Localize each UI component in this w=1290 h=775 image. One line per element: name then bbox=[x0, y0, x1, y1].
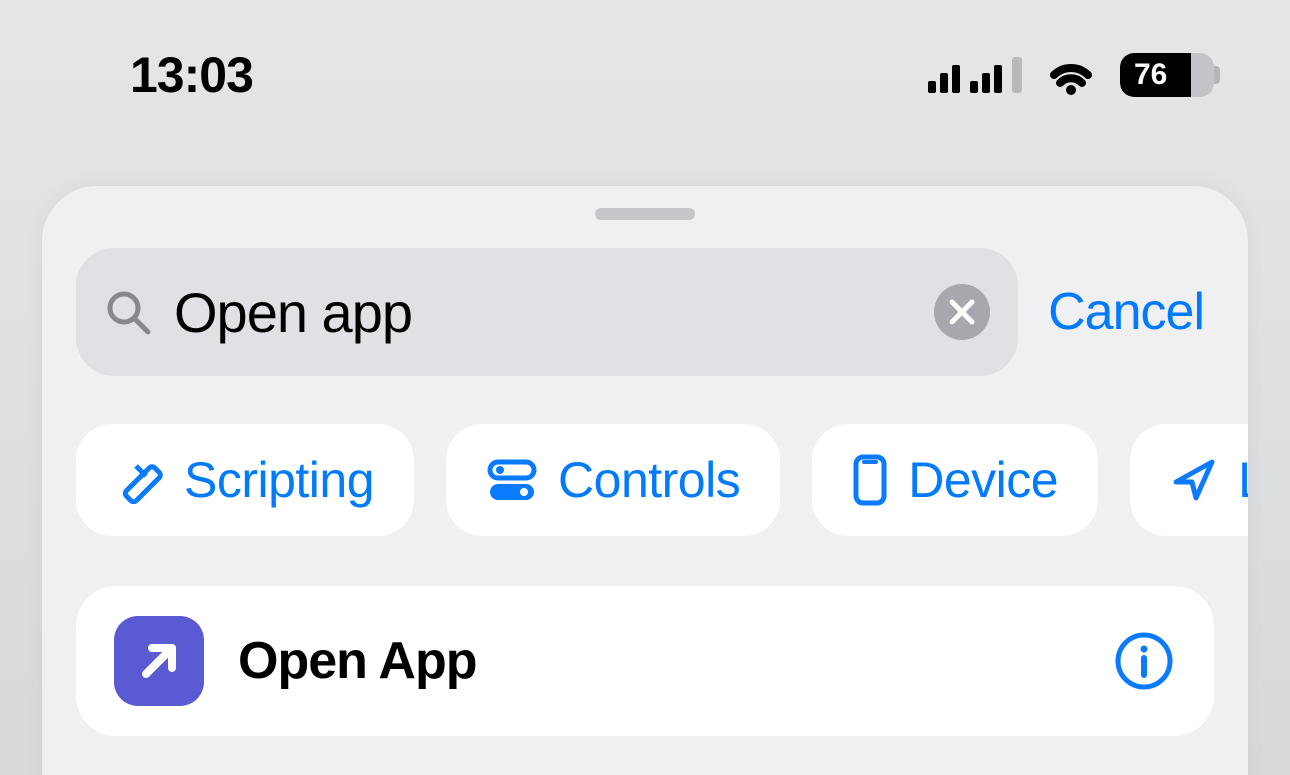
action-search-sheet: Cancel Scripting Controls bbox=[42, 186, 1248, 775]
wand-icon bbox=[116, 456, 164, 504]
location-arrow-icon bbox=[1170, 456, 1218, 504]
status-bar: 13:03 76 bbox=[0, 0, 1290, 150]
phone-icon bbox=[852, 454, 888, 506]
status-indicators: 76 bbox=[928, 53, 1220, 97]
toggles-icon bbox=[486, 456, 538, 504]
battery-indicator: 76 bbox=[1120, 53, 1220, 97]
info-button[interactable] bbox=[1112, 629, 1176, 693]
results-list: Open App bbox=[42, 586, 1248, 736]
wifi-icon bbox=[1044, 55, 1098, 95]
sheet-grabber[interactable] bbox=[595, 208, 695, 220]
search-input[interactable] bbox=[174, 280, 912, 345]
open-app-action-icon bbox=[114, 616, 204, 706]
result-open-app[interactable]: Open App bbox=[76, 586, 1214, 736]
chip-location[interactable]: Lo bbox=[1130, 424, 1248, 536]
chip-label: Lo bbox=[1238, 451, 1248, 509]
search-field[interactable] bbox=[76, 248, 1018, 376]
search-row: Cancel bbox=[42, 248, 1248, 376]
result-title: Open App bbox=[238, 631, 1078, 691]
search-icon bbox=[104, 288, 152, 336]
clear-search-button[interactable] bbox=[934, 284, 990, 340]
cancel-button[interactable]: Cancel bbox=[1048, 282, 1214, 342]
chip-device[interactable]: Device bbox=[812, 424, 1098, 536]
battery-percent: 76 bbox=[1120, 53, 1214, 97]
category-chips[interactable]: Scripting Controls Device bbox=[42, 424, 1248, 536]
chip-label: Scripting bbox=[184, 451, 374, 509]
chip-controls[interactable]: Controls bbox=[446, 424, 780, 536]
status-time: 13:03 bbox=[130, 46, 253, 104]
chip-scripting[interactable]: Scripting bbox=[76, 424, 414, 536]
chip-label: Controls bbox=[558, 451, 740, 509]
chip-label: Device bbox=[908, 451, 1058, 509]
cellular-signal-icon bbox=[928, 57, 1022, 93]
